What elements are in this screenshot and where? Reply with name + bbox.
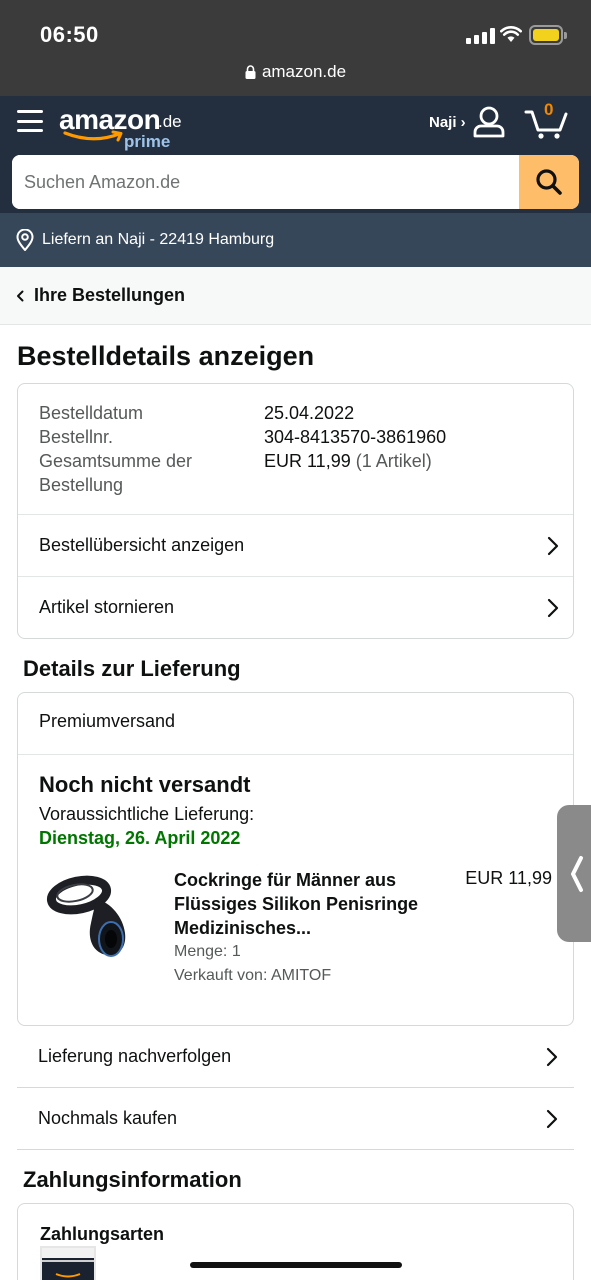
product-title-line1: Cockringe für Männer aus [174, 870, 397, 890]
cellular-signal-icon [466, 28, 495, 44]
amazon-logo[interactable]: amazon .de prime [59, 102, 189, 152]
user-icon[interactable] [472, 106, 506, 138]
order-date-label: Bestelldatum [39, 403, 144, 423]
search-bar [12, 155, 579, 209]
deliver-to-bar[interactable]: Liefern an Naji - 22419 Hamburg [0, 213, 591, 267]
order-summary-card: Bestelldatum 25.04.2022 Bestellnr. 304-8… [17, 383, 574, 639]
order-total-amount: EUR 11,99 [264, 451, 351, 471]
order-date-value: 25.04.2022 [264, 403, 355, 423]
order-item-count: (1 Artikel) [355, 451, 432, 471]
buy-again-link[interactable]: Nochmals kaufen [17, 1088, 574, 1150]
cancel-items-link[interactable]: Artikel stornieren [18, 576, 573, 638]
url-text: amazon.de [261, 62, 347, 81]
account-link[interactable]: Naji › [429, 114, 466, 131]
order-total-label-line1: Gesamtsumme der [39, 451, 193, 471]
deliver-to-text: Liefern an Naji - 22419 Hamburg [42, 231, 275, 248]
chevron-left-icon [17, 290, 24, 301]
view-order-summary-label: Bestellübersicht anzeigen [39, 535, 245, 555]
buy-again-label: Nochmals kaufen [38, 1108, 178, 1128]
product-title-line2: Flüssiges Silikon Penisringe [174, 894, 419, 914]
page-title: Bestelldetails anzeigen [17, 341, 315, 371]
payment-section-title: Zahlungsinformation [23, 1167, 242, 1192]
order-total-value: EUR 11,99 (1 Artikel) [264, 449, 432, 473]
address-bar[interactable]: amazon.de [0, 62, 591, 82]
product-quantity: Menge: 1 [174, 943, 241, 960]
cancel-items-label: Artikel stornieren [39, 597, 175, 617]
delivery-card: Premiumversand Noch nicht versandt Vorau… [17, 692, 574, 1026]
shipping-type: Premiumversand [39, 711, 176, 731]
product-price: EUR 11,99 [465, 868, 552, 888]
status-bar: 06:50 amazon.de [0, 0, 591, 96]
smile-arrow-icon [63, 130, 123, 142]
menu-icon[interactable] [17, 110, 43, 132]
lock-icon [245, 65, 256, 79]
payment-card-icon [40, 1246, 96, 1280]
eta-date: Dienstag, 26. April 2022 [39, 828, 241, 848]
chevron-right-icon [546, 1109, 558, 1129]
order-total-label-line2: Bestellung [39, 475, 124, 495]
product-image[interactable] [39, 869, 143, 965]
track-package-label: Lieferung nachverfolgen [38, 1046, 232, 1066]
breadcrumb[interactable]: Ihre Bestellungen [0, 267, 591, 325]
payment-methods-label: Zahlungsarten [40, 1224, 165, 1244]
product-seller: Verkauft von: AMITOF [174, 967, 332, 984]
chevron-right-icon [547, 598, 559, 618]
order-number-label: Bestellnr. [39, 427, 114, 447]
product-title[interactable]: Cockringe für Männer aus Flüssiges Silik… [174, 868, 444, 940]
wifi-icon [500, 26, 522, 42]
product-title-line3: Medizinisches... [174, 918, 312, 938]
clock: 06:50 [40, 22, 99, 47]
search-button[interactable] [519, 155, 579, 209]
shipping-status: Noch nicht versandt [39, 772, 251, 797]
logo-tld: .de [158, 112, 182, 131]
location-pin-icon [16, 229, 34, 251]
battery-icon [529, 25, 567, 45]
chevron-right-icon [547, 536, 559, 556]
home-indicator[interactable] [190, 1262, 402, 1268]
track-package-link[interactable]: Lieferung nachverfolgen [17, 1026, 574, 1088]
logo-prime: prime [124, 132, 171, 151]
order-number-value: 304-8413570-3861960 [264, 427, 447, 447]
delivery-section-title: Details zur Lieferung [23, 656, 241, 681]
eta-label: Voraussichtliche Lieferung: [39, 804, 255, 824]
search-input[interactable] [12, 155, 519, 209]
view-order-summary-link[interactable]: Bestellübersicht anzeigen [18, 514, 573, 576]
card-stripe-icon [42, 1248, 94, 1278]
chevron-left-icon [571, 855, 583, 892]
search-icon [536, 169, 562, 195]
breadcrumb-label: Ihre Bestellungen [34, 285, 186, 305]
payment-card: Zahlungsarten [17, 1203, 574, 1280]
chevron-right-icon [546, 1047, 558, 1067]
side-panel-handle[interactable] [557, 805, 591, 942]
cart-count: 0 [544, 100, 554, 119]
divider [18, 754, 573, 755]
